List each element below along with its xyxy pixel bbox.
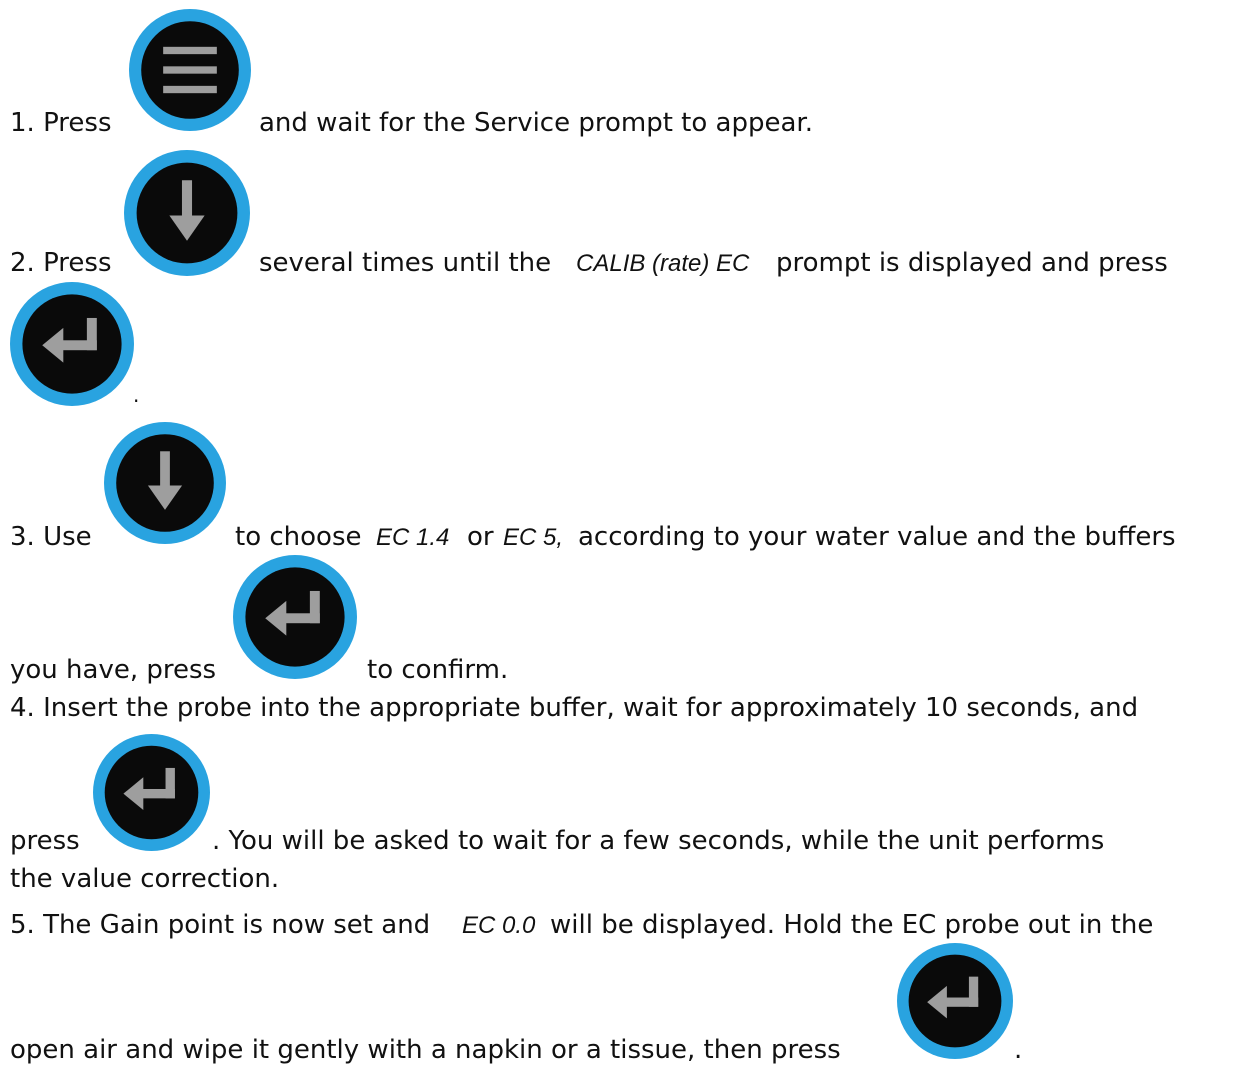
step-4-text: . You will be asked to wait for a few se… [212,826,1105,856]
down-button-icon[interactable] [124,150,250,276]
enter-button-icon[interactable] [10,282,134,406]
enter-icon [10,282,134,406]
enter-icon [233,555,357,679]
arrow-down-icon [124,150,250,276]
menu-icon [129,9,251,131]
step-5-text-b: will be displayed. Hold the EC probe out… [550,910,1154,940]
step-4-line-1: 4. Insert the probe into the appropriate… [10,693,1139,723]
enter-button-icon[interactable] [897,943,1013,1059]
step-4-prefix: press [10,826,80,856]
step-2-end: . [133,383,140,407]
step-3-term-a: EC 1.4 [376,524,450,551]
step-3-or: or [467,522,494,552]
menu-button-icon[interactable] [129,9,251,131]
step-2-text-a: several times until the [259,248,552,278]
step-3-text-a: to choose [235,522,362,552]
step-5-term: EC 0.0 [462,912,536,939]
step-3-text-b: according to your water value and the bu… [578,522,1176,552]
down-button-icon[interactable] [104,422,226,544]
step-1-prefix: 1. Press [10,108,112,138]
step-2-text-b: prompt is displayed and press [776,248,1168,278]
step-5-text-a: 5. The Gain point is now set and [10,910,431,940]
step-3-prefix: 3. Use [10,522,92,552]
step-3-term-b: EC 5, [503,524,564,551]
enter-icon [897,943,1013,1059]
step-3-line-2: you have, press [10,655,217,685]
step-1-text: and wait for the Service prompt to appea… [259,108,813,138]
step-5-line-2: open air and wipe it gently with a napki… [10,1035,841,1065]
step-4-line-3: the value correction. [10,864,280,894]
enter-icon [93,734,210,851]
step-5-end: . [1014,1035,1023,1065]
arrow-down-icon [104,422,226,544]
step-3-end: to confirm. [367,655,509,685]
step-2-prefix: 2. Press [10,248,112,278]
step-2-term: CALIB (rate) EC [576,250,750,277]
enter-button-icon[interactable] [93,734,210,851]
enter-button-icon[interactable] [233,555,357,679]
